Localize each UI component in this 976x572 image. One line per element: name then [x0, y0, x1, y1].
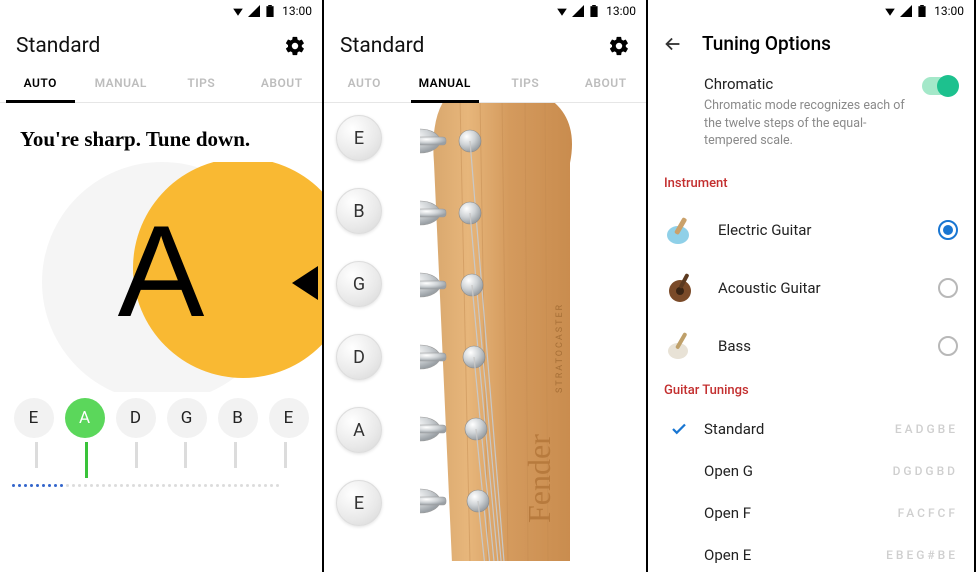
pointer-icon: [290, 266, 318, 300]
signal-down-icon: [884, 5, 896, 17]
string-selector: E A D G B E: [0, 392, 322, 438]
tab-tips[interactable]: TIPS: [485, 66, 566, 102]
back-icon[interactable]: [662, 33, 684, 55]
tuning-open-f[interactable]: Open F FACFCF: [648, 492, 974, 534]
section-instrument: Instrument: [648, 168, 974, 201]
string-G[interactable]: G: [167, 398, 207, 438]
guitar-headstock: Fender STRATOCASTER: [420, 103, 646, 561]
string-E-low[interactable]: E: [14, 398, 54, 438]
check-icon: [670, 420, 688, 438]
gear-icon[interactable]: [284, 35, 306, 57]
waveform-dots: [0, 482, 322, 489]
screen-manual-tuner: 13:00 Standard AUTO MANUAL TIPS ABOUT E …: [324, 0, 648, 572]
instrument-electric-guitar[interactable]: Electric Guitar: [648, 201, 974, 259]
status-bar: 13:00: [324, 0, 646, 22]
tab-manual[interactable]: MANUAL: [405, 66, 486, 102]
signal-icon: [572, 5, 584, 17]
tuning-open-g[interactable]: Open G DGDGBD: [648, 450, 974, 492]
tick: [135, 442, 138, 468]
options-header: Tuning Options: [648, 22, 974, 61]
tuning-label: Open G: [704, 462, 883, 480]
chromatic-desc: Chromatic mode recognizes each of the tw…: [704, 97, 912, 150]
tick-meter: [0, 438, 322, 482]
tuning-notes: EADGBE: [895, 422, 958, 436]
tab-about[interactable]: ABOUT: [242, 66, 323, 102]
signal-down-icon: [556, 5, 568, 17]
tick: [184, 442, 187, 468]
tuning-notes: EBEG#BE: [886, 548, 958, 562]
chromatic-toggle[interactable]: [922, 77, 958, 95]
screen-auto-tuner: 13:00 Standard AUTO MANUAL TIPS ABOUT Yo…: [0, 0, 324, 572]
tuning-notes: DGDGBD: [893, 464, 958, 478]
peg-B[interactable]: B: [336, 188, 382, 234]
tab-tips[interactable]: TIPS: [161, 66, 242, 102]
electric-guitar-icon: [664, 211, 702, 249]
peg-D[interactable]: D: [336, 334, 382, 380]
tuning-dial: A: [0, 162, 322, 392]
tab-bar: AUTO MANUAL TIPS ABOUT: [0, 66, 322, 103]
tick: [284, 442, 287, 468]
status-bar: 13:00: [0, 0, 322, 22]
current-note: A: [0, 206, 322, 336]
tab-about[interactable]: ABOUT: [566, 66, 647, 102]
tick: [234, 442, 237, 468]
tuning-standard[interactable]: Standard EADGBE: [648, 408, 974, 450]
manual-body: E B G D A E: [324, 103, 646, 561]
clock: 13:00: [934, 4, 964, 18]
tuning-name-title: Standard: [16, 34, 100, 58]
chromatic-option[interactable]: Chromatic Chromatic mode recognizes each…: [648, 61, 974, 168]
signal-icon: [900, 5, 912, 17]
headstock-brand: Fender: [521, 434, 557, 523]
tuning-notes: FACFCF: [898, 506, 958, 520]
tick: [35, 442, 38, 468]
tuning-name-title: Standard: [340, 34, 424, 58]
peg-E-low[interactable]: E: [336, 480, 382, 526]
instrument-acoustic-guitar[interactable]: Acoustic Guitar: [648, 259, 974, 317]
instrument-label: Acoustic Guitar: [718, 279, 922, 297]
tab-auto[interactable]: AUTO: [324, 66, 405, 102]
tuning-label: Open F: [704, 504, 888, 522]
tab-bar: AUTO MANUAL TIPS ABOUT: [324, 66, 646, 103]
clock: 13:00: [282, 4, 312, 18]
signal-down-icon: [232, 5, 244, 17]
status-bar: 13:00: [648, 0, 974, 22]
instrument-bass[interactable]: Bass: [648, 317, 974, 375]
battery-icon: [588, 5, 600, 17]
battery-icon: [916, 5, 928, 17]
tab-auto[interactable]: AUTO: [0, 66, 81, 102]
section-tunings: Guitar Tunings: [648, 375, 974, 408]
signal-icon: [248, 5, 260, 17]
gear-icon[interactable]: [608, 35, 630, 57]
peg-column: E B G D A E: [336, 115, 382, 526]
peg-A[interactable]: A: [336, 407, 382, 453]
string-B[interactable]: B: [218, 398, 258, 438]
battery-icon: [264, 5, 276, 17]
tuning-open-e[interactable]: Open E EBEG#BE: [648, 534, 974, 572]
radio-selected[interactable]: [938, 220, 958, 240]
acoustic-guitar-icon: [664, 269, 702, 307]
tab-manual[interactable]: MANUAL: [81, 66, 162, 102]
string-E-high[interactable]: E: [269, 398, 309, 438]
page-title: Tuning Options: [702, 32, 831, 55]
bass-guitar-icon: [664, 327, 702, 365]
string-D[interactable]: D: [116, 398, 156, 438]
peg-E-high[interactable]: E: [336, 115, 382, 161]
string-A[interactable]: A: [65, 398, 105, 438]
tuning-label: Open E: [704, 546, 876, 564]
instrument-label: Electric Guitar: [718, 221, 922, 239]
radio[interactable]: [938, 278, 958, 298]
clock: 13:00: [606, 4, 636, 18]
tick-active: [85, 442, 88, 478]
tuning-label: Standard: [704, 420, 885, 438]
peg-G[interactable]: G: [336, 261, 382, 307]
chromatic-title: Chromatic: [704, 75, 912, 93]
header: Standard: [324, 22, 646, 66]
radio[interactable]: [938, 336, 958, 356]
header: Standard: [0, 22, 322, 66]
headstock-model: STRATOCASTER: [555, 303, 565, 393]
screen-tuning-options: 13:00 Tuning Options Chromatic Chromatic…: [648, 0, 976, 572]
instrument-label: Bass: [718, 337, 922, 355]
tuning-message: You're sharp. Tune down.: [0, 103, 322, 162]
